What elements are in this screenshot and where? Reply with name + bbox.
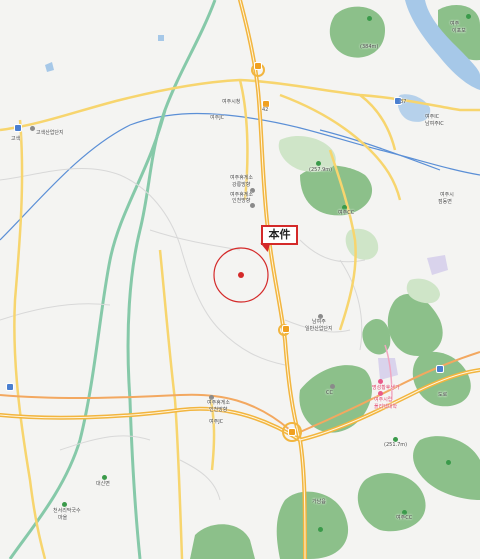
callout-label: 本件 xyxy=(268,228,291,241)
label-cc-2: 남여주 xyxy=(312,319,326,325)
label-ic-right: 여주IC xyxy=(425,114,440,120)
label-ic-south-3: 여주JC xyxy=(209,419,224,425)
label-pink-3: 폴리텍대학 xyxy=(374,404,398,410)
label-right-hill: 도로 xyxy=(438,392,448,398)
label-ic-south-2: 인천방향 xyxy=(209,407,228,413)
road-shield-icon xyxy=(6,383,14,391)
label-service-area-4: 인천방향 xyxy=(232,198,251,204)
label-road-num-1: 42 xyxy=(262,107,269,113)
label-road-num-2: 37 xyxy=(400,99,407,105)
interchange-icon xyxy=(288,428,296,436)
map-basemap xyxy=(0,0,480,559)
label-far-right: 여주시 xyxy=(440,192,454,198)
mountain-peak-icon xyxy=(446,460,451,465)
mountain-peak-icon xyxy=(367,16,372,21)
label-mountain-2: (251.7m) xyxy=(384,442,408,448)
label-pink-1: 명성황후생가 xyxy=(372,385,400,391)
label-gosaek: 고색 xyxy=(11,136,21,142)
label-school-1: 대신면 xyxy=(96,481,110,487)
place-pin-icon xyxy=(30,126,35,131)
label-north-right-1: 여주 xyxy=(450,21,460,27)
label-cc-3: 일반산업단지 xyxy=(305,326,333,332)
school-icon xyxy=(102,475,107,480)
label-ic-top: 여주JC xyxy=(210,115,225,121)
landmark-pin-icon xyxy=(378,379,383,384)
mountain-peak-icon xyxy=(316,161,321,166)
place-pin-icon xyxy=(250,203,255,208)
label-cc-1: 여주CC xyxy=(338,210,355,216)
mountain-peak-icon xyxy=(466,14,471,19)
label-hill-south: 여주CC xyxy=(396,515,413,521)
marker-dot-icon[interactable] xyxy=(238,272,244,278)
label-ic-right-2: 남여주IC xyxy=(425,121,444,127)
road-shield-icon xyxy=(436,365,444,373)
mountain-peak-icon xyxy=(318,527,323,532)
label-north-peak: (384m) xyxy=(360,44,379,50)
label-far-right-2: 점동면 xyxy=(438,199,452,205)
label-pink-2: 여주시립 xyxy=(374,397,393,403)
label-service-area-1: 여주휴게소 xyxy=(230,175,254,181)
label-north-right-2: 이포보 xyxy=(452,28,466,34)
landmark-pin-icon xyxy=(378,391,383,396)
label-town-south: 가남읍 xyxy=(312,499,326,505)
label-ic-south-1: 여주휴게소 xyxy=(207,400,231,406)
map-view[interactable]: 本件 고색산업단지 고색 여주JC 여주휴게소 강릉방향 여주휴게소 인천방향 … xyxy=(0,0,480,559)
label-mountain-1: (257.9m) xyxy=(309,167,333,173)
place-pin-icon xyxy=(330,384,335,389)
label-school-2: 천서리막국수 xyxy=(53,508,81,514)
label-hall-top: 여주시청 xyxy=(222,99,241,105)
label-industrial-complex: 고색산업단지 xyxy=(36,130,64,136)
school-icon xyxy=(62,502,67,507)
label-school-3: 마을 xyxy=(58,515,68,521)
label-service-area-2: 강릉방향 xyxy=(232,182,251,188)
label-cc-3b: CC xyxy=(326,390,333,396)
road-shield-icon xyxy=(14,124,22,132)
interchange-icon xyxy=(282,325,290,333)
interchange-icon xyxy=(254,62,262,70)
subject-callout: 本件 xyxy=(261,225,298,245)
